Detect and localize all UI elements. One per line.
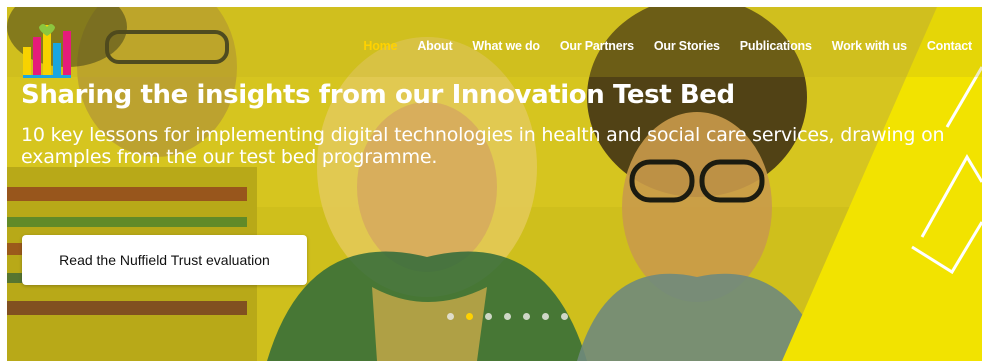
nav-item-work-with-us[interactable]: Work with us <box>822 39 917 53</box>
nav-item-publications[interactable]: Publications <box>730 39 822 53</box>
hero-banner: Home About What we do Our Partners Our S… <box>7 7 982 361</box>
carousel-dot-2[interactable] <box>466 313 473 320</box>
nav-item-contact[interactable]: Contact <box>917 39 982 53</box>
carousel-dot-3[interactable] <box>485 313 492 320</box>
main-nav: Home About What we do Our Partners Our S… <box>353 39 982 53</box>
nav-item-about[interactable]: About <box>407 39 462 53</box>
nav-item-home[interactable]: Home <box>353 39 407 53</box>
carousel-dots <box>447 313 568 320</box>
bar-chart-heart-logo[interactable] <box>21 17 77 79</box>
nav-item-our-partners[interactable]: Our Partners <box>550 39 644 53</box>
hero-subtitle: 10 key lessons for implementing digital … <box>21 124 945 168</box>
carousel-dot-5[interactable] <box>523 313 530 320</box>
carousel-dot-1[interactable] <box>447 313 454 320</box>
carousel-dot-7[interactable] <box>561 313 568 320</box>
carousel-dot-4[interactable] <box>504 313 511 320</box>
read-evaluation-button[interactable]: Read the Nuffield Trust evaluation <box>22 235 307 285</box>
hero-background-image <box>7 7 982 361</box>
hero-title: Sharing the insights from our Innovation… <box>21 80 735 110</box>
carousel-dot-6[interactable] <box>542 313 549 320</box>
nav-item-what-we-do[interactable]: What we do <box>462 39 549 53</box>
nav-item-our-stories[interactable]: Our Stories <box>644 39 730 53</box>
